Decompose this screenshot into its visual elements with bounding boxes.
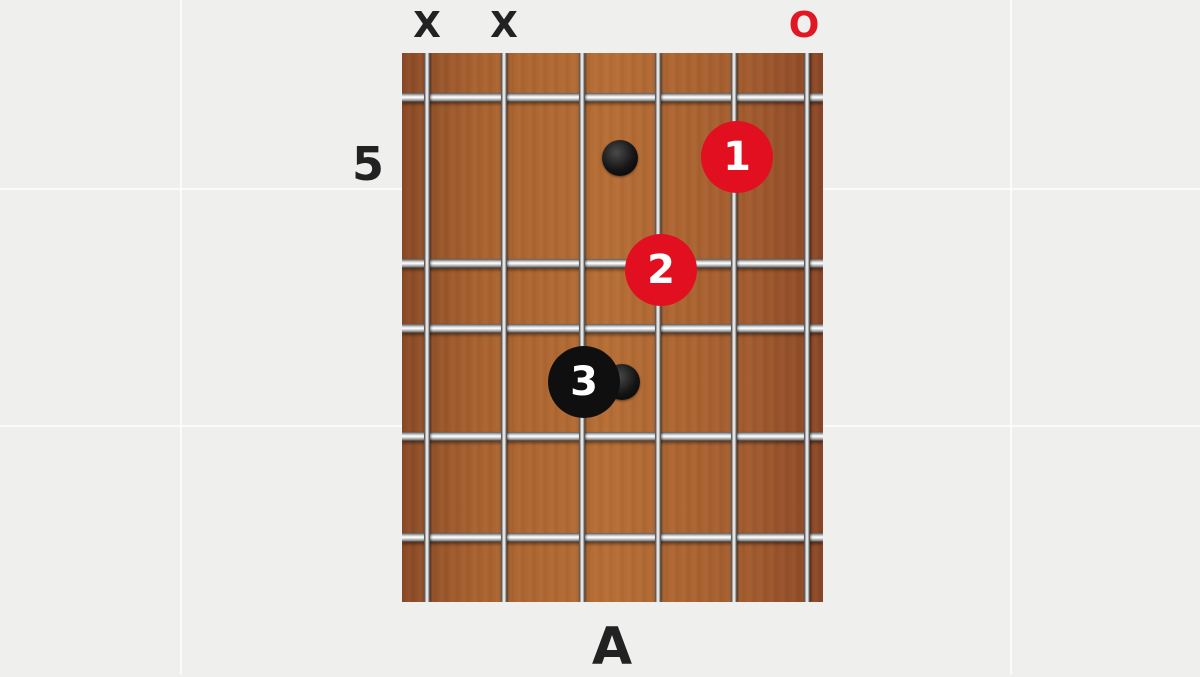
fret-position-number: 5 xyxy=(351,137,384,191)
fret-inlay-dot xyxy=(602,140,638,176)
finger-dot-1: 1 xyxy=(701,121,773,193)
string-marker-5: X xyxy=(490,5,518,46)
guitar-string-5 xyxy=(501,53,507,602)
guitar-string-1 xyxy=(804,53,810,602)
guitar-string-3 xyxy=(655,53,661,602)
guitar-string-6 xyxy=(424,53,430,602)
string-marker-6: X xyxy=(413,5,441,46)
fret-wire xyxy=(402,533,823,542)
guitar-string-4 xyxy=(579,53,585,602)
finger-dot-2: 2 xyxy=(625,234,697,306)
string-marker-1: O xyxy=(788,5,820,46)
background-line xyxy=(1010,0,1012,675)
background-line xyxy=(180,0,182,675)
fret-wire xyxy=(402,259,823,268)
chord-name: A xyxy=(591,617,633,677)
finger-dot-3: 3 xyxy=(548,346,620,418)
fret-wire xyxy=(402,93,823,102)
fret-wire xyxy=(402,432,823,441)
fret-wire xyxy=(402,324,823,333)
